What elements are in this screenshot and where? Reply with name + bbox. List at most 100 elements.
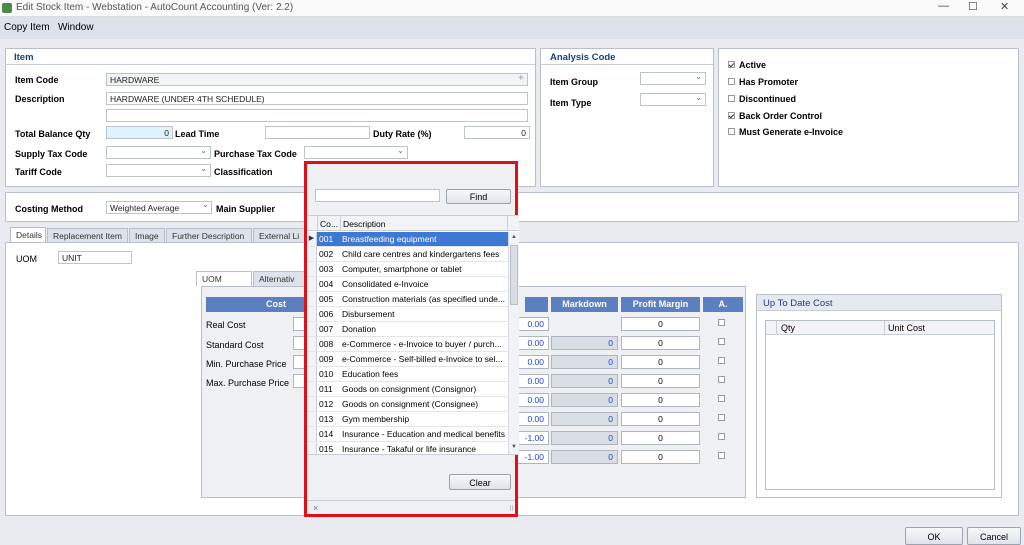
popup-scrollbar[interactable]: ▲ ▼ bbox=[508, 232, 519, 454]
price-cell[interactable]: 0.00 bbox=[517, 374, 549, 388]
classification-row[interactable]: 007 Donation bbox=[307, 322, 508, 337]
profit-margin-cell[interactable]: 0 bbox=[621, 355, 700, 369]
menu-window[interactable]: Window bbox=[58, 22, 94, 33]
duty-rate-field[interactable]: 0 bbox=[464, 126, 530, 139]
profit-margin-cell[interactable]: 0 bbox=[621, 336, 700, 350]
classification-row[interactable]: 013 Gym membership bbox=[307, 412, 508, 427]
profit-margin-cell[interactable]: 0 bbox=[621, 393, 700, 407]
classification-code: 002 bbox=[319, 249, 334, 259]
classification-description: Education fees bbox=[342, 369, 399, 379]
profit-margin-cell[interactable]: 0 bbox=[621, 374, 700, 388]
popup-close-icon[interactable]: × bbox=[313, 503, 318, 513]
find-button[interactable]: Find bbox=[446, 189, 511, 204]
description2-field[interactable] bbox=[106, 109, 528, 122]
profit-margin-cell[interactable]: 0 bbox=[621, 450, 700, 464]
price-cell[interactable]: 0.00 bbox=[517, 336, 549, 350]
scroll-thumb[interactable] bbox=[510, 245, 518, 305]
scroll-up-icon[interactable]: ▲ bbox=[511, 234, 517, 240]
a-checkbox[interactable] bbox=[718, 414, 725, 421]
discontinued-checkbox[interactable]: Discontinued bbox=[728, 94, 928, 106]
markdown-cell[interactable]: 0 bbox=[551, 412, 618, 426]
price-cell[interactable]: 0.00 bbox=[517, 412, 549, 426]
back-order-control-checkbox[interactable]: Back Order Control bbox=[728, 111, 928, 123]
unit-cost-col-header[interactable]: Unit Cost bbox=[888, 323, 925, 333]
tab-further-description[interactable]: Further Description bbox=[166, 228, 252, 243]
a-checkbox[interactable] bbox=[718, 452, 725, 459]
profit-margin-cell[interactable]: 0 bbox=[621, 317, 700, 331]
subtab-uom-details[interactable]: UOM Details bbox=[196, 271, 252, 294]
classification-row[interactable]: 010 Education fees bbox=[307, 367, 508, 382]
a-checkbox[interactable] bbox=[718, 357, 725, 364]
supply-tax-label: Supply Tax Code bbox=[15, 149, 88, 159]
classification-row[interactable]: 012 Goods on consignment (Consignee) bbox=[307, 397, 508, 412]
item-group-label: Item Group bbox=[550, 77, 599, 87]
must-generate-einvoice-checkbox[interactable]: Must Generate e-Invoice bbox=[728, 127, 928, 139]
supply-tax-dropdown[interactable]: ⌄ bbox=[106, 146, 211, 159]
a-checkbox[interactable] bbox=[718, 319, 725, 326]
lead-time-field[interactable] bbox=[265, 126, 370, 139]
profit-margin-cell[interactable]: 0 bbox=[621, 412, 700, 426]
uom-field[interactable]: UNIT bbox=[58, 251, 132, 264]
price-cell[interactable]: -1.00 bbox=[517, 450, 549, 464]
item-code-field[interactable]: HARDWARE bbox=[106, 73, 528, 86]
markdown-cell[interactable]: 0 bbox=[551, 450, 618, 464]
a-checkbox[interactable] bbox=[718, 395, 725, 402]
maximize-button[interactable]: ☐ bbox=[968, 0, 978, 13]
ok-button[interactable]: OK bbox=[905, 527, 963, 545]
markdown-cell[interactable]: 0 bbox=[551, 355, 618, 369]
scroll-down-icon[interactable]: ▼ bbox=[511, 444, 517, 450]
tariff-code-dropdown[interactable]: ⌄ bbox=[106, 164, 211, 177]
item-group-dropdown[interactable]: ⌄ bbox=[640, 72, 706, 85]
code-col-header[interactable]: Co... bbox=[320, 219, 338, 229]
description-field[interactable]: HARDWARE (UNDER 4TH SCHEDULE) bbox=[106, 92, 528, 105]
markdown-cell[interactable]: 0 bbox=[551, 393, 618, 407]
classification-row[interactable]: 003 Computer, smartphone or tablet bbox=[307, 262, 508, 277]
clear-button[interactable]: Clear bbox=[449, 474, 511, 490]
active-checkbox[interactable]: Active bbox=[728, 60, 928, 72]
close-window-button[interactable]: ✕ bbox=[1000, 0, 1009, 13]
a-checkbox[interactable] bbox=[718, 376, 725, 383]
description-col-header[interactable]: Description bbox=[343, 219, 386, 229]
plus-icon[interactable]: + bbox=[518, 73, 524, 84]
classification-row[interactable]: ▶ 001 Breastfeeding equipment bbox=[307, 232, 508, 247]
qty-col-header[interactable]: Qty bbox=[781, 323, 795, 333]
item-type-dropdown[interactable]: ⌄ bbox=[640, 93, 706, 106]
classification-row[interactable]: 015 Insurance - Takaful or life insurance bbox=[307, 442, 508, 454]
resize-grip-icon[interactable]: ⠿ bbox=[509, 505, 514, 513]
check-icon bbox=[728, 61, 735, 68]
a-checkbox[interactable] bbox=[718, 338, 725, 345]
price-cell[interactable]: 0.00 bbox=[517, 355, 549, 369]
tab-details[interactable]: Details bbox=[10, 227, 46, 242]
purchase-tax-dropdown[interactable]: ⌄ bbox=[304, 146, 408, 159]
price-cell[interactable]: 0.00 bbox=[517, 393, 549, 407]
price-cell[interactable]: -1.00 bbox=[517, 431, 549, 445]
classification-row[interactable]: 002 Child care centres and kindergartens … bbox=[307, 247, 508, 262]
subtab-alternative[interactable]: Alternativ bbox=[253, 271, 305, 286]
price-cell[interactable]: 0.00 bbox=[517, 317, 549, 331]
classification-row[interactable]: 009 e-Commerce - Self-billed e-Invoice to… bbox=[307, 352, 508, 367]
tab-replacement-item[interactable]: Replacement Item bbox=[47, 228, 128, 243]
classification-row[interactable]: 014 Insurance - Education and medical ben… bbox=[307, 427, 508, 442]
a-checkbox[interactable] bbox=[718, 433, 725, 440]
tab-external-link[interactable]: External Li bbox=[253, 228, 305, 243]
chevron-down-icon: ⌄ bbox=[200, 146, 207, 155]
tab-image[interactable]: Image bbox=[129, 228, 165, 243]
row-indicator bbox=[307, 412, 317, 426]
has-promoter-checkbox[interactable]: Has Promoter bbox=[728, 77, 928, 89]
cancel-button[interactable]: Cancel bbox=[967, 527, 1021, 545]
markdown-cell[interactable]: 0 bbox=[551, 374, 618, 388]
check-icon bbox=[728, 112, 735, 119]
costing-method-dropdown[interactable]: Weighted Average bbox=[106, 201, 212, 214]
markdown-cell[interactable]: 0 bbox=[551, 336, 618, 350]
total-balance-qty-field[interactable]: 0 bbox=[106, 126, 173, 139]
menu-copy-item[interactable]: Copy Item bbox=[4, 22, 50, 33]
classification-row[interactable]: 008 e-Commerce - e-Invoice to buyer / pur… bbox=[307, 337, 508, 352]
classification-row[interactable]: 011 Goods on consignment (Consignor) bbox=[307, 382, 508, 397]
classification-row[interactable]: 004 Consolidated e-Invoice bbox=[307, 277, 508, 292]
popup-search-input[interactable] bbox=[315, 189, 440, 202]
profit-margin-cell[interactable]: 0 bbox=[621, 431, 700, 445]
markdown-cell[interactable]: 0 bbox=[551, 431, 618, 445]
classification-row[interactable]: 005 Construction materials (as specified … bbox=[307, 292, 508, 307]
minimize-button[interactable]: — bbox=[938, 0, 949, 12]
classification-row[interactable]: 006 Disbursement bbox=[307, 307, 508, 322]
